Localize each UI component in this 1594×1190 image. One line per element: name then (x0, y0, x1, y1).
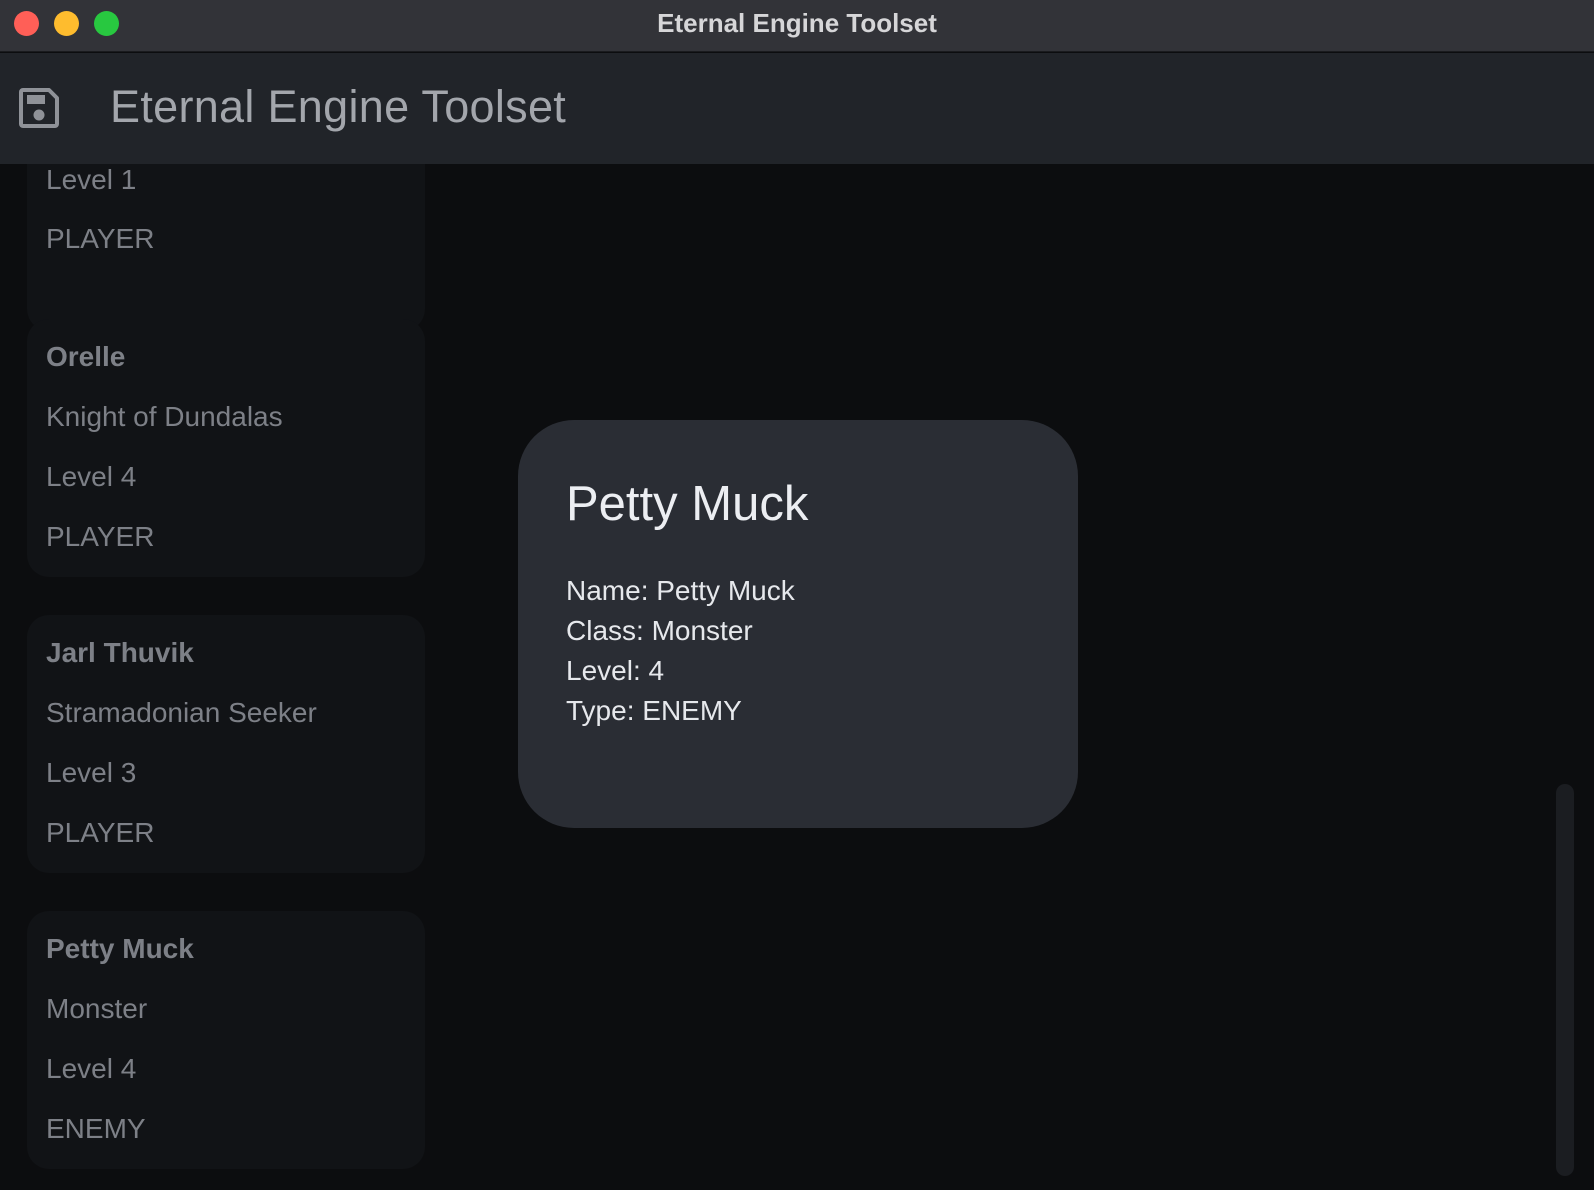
character-level: Level 4 (46, 461, 137, 492)
character-level: Level 3 (46, 757, 137, 788)
detail-class: Class: Monster (566, 615, 753, 646)
app-window: Eternal Engine Toolset Eternal Engine To… (0, 0, 1594, 1190)
character-name: Orelle (46, 341, 126, 372)
app-bar: Eternal Engine Toolset (0, 53, 1594, 164)
character-card[interactable]: Jarl Thuvik Stramadonian Seeker Level 3 … (27, 615, 425, 873)
character-detail-panel: Petty Muck Name: Petty Muck Class: Monst… (518, 420, 1078, 828)
character-level: Level 4 (46, 1053, 137, 1084)
app-title: Eternal Engine Toolset (110, 81, 567, 132)
detail-level: Level: 4 (566, 655, 665, 686)
character-name: Jarl Thuvik (46, 637, 194, 668)
save-icon (19, 88, 59, 128)
detail-type: Type: ENEMY (566, 695, 742, 726)
scrollbar[interactable] (1556, 784, 1574, 1176)
character-type: PLAYER (46, 223, 155, 254)
character-card[interactable]: Petty Muck Monster Level 4 ENEMY (27, 911, 425, 1169)
title-bar: Eternal Engine Toolset (0, 0, 1594, 52)
character-type: PLAYER (46, 521, 155, 552)
character-class: Stramadonian Seeker (46, 697, 317, 728)
character-type: PLAYER (46, 817, 155, 848)
character-card[interactable]: Level 1 PLAYER (27, 164, 425, 331)
character-name: Petty Muck (46, 933, 194, 964)
save-button[interactable] (18, 87, 60, 129)
window-title: Eternal Engine Toolset (657, 8, 937, 38)
character-class: Knight of Dundalas (46, 401, 283, 432)
character-level: Level 1 (46, 164, 137, 195)
character-card[interactable]: Orelle Knight of Dundalas Level 4 PLAYER (27, 319, 425, 577)
character-class: Monster (46, 993, 148, 1024)
character-list[interactable]: Level 1 PLAYER Orelle Knight of Dundalas… (0, 164, 450, 1190)
detail-name: Name: Petty Muck (566, 575, 795, 606)
detail-title: Petty Muck (566, 477, 809, 531)
character-type: ENEMY (46, 1113, 146, 1144)
